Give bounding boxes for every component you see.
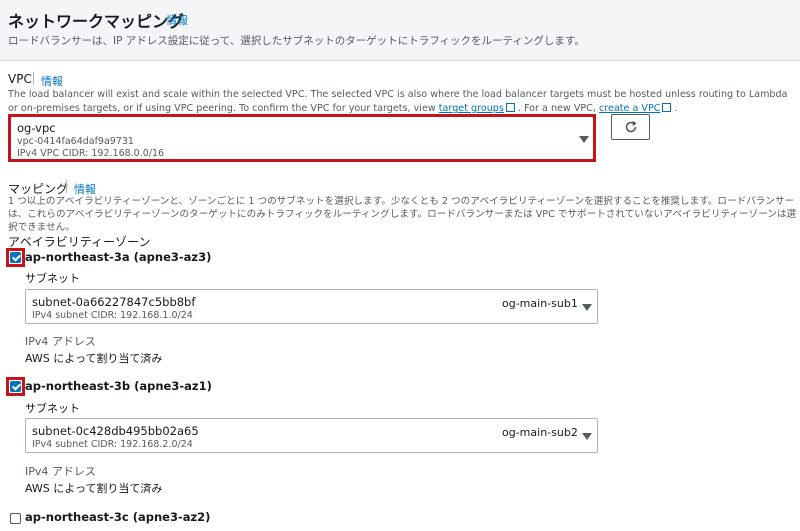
chevron-down-icon [582, 304, 592, 311]
az-c-name: ap-northeast-3c (apne3-az2) [25, 510, 211, 524]
az-b-subnet-select[interactable]: subnet-0c428db495bb02a65 IPv4 subnet CID… [25, 418, 598, 453]
vpc-divider [33, 72, 34, 85]
az-b-ipv4-label: IPv4 アドレス [25, 465, 96, 478]
az-a-subnet-label: サブネット [25, 272, 80, 285]
vpc-help-new-vpc: . For a new VPC, [517, 103, 596, 114]
mapping-help-text: 1 つ以上のアベイラビリティーゾーンと、ゾーンごとに 1 つのサブネットを選択し… [8, 196, 797, 233]
page-title: ネットワークマッピング [8, 12, 185, 31]
section-description: ロードバランサーは、IP アドレス設定に従って、選択したサブネットのターゲットに… [8, 35, 585, 47]
vpc-label: VPC [8, 72, 32, 86]
az-b-subnet-name: og-main-sub2 [502, 426, 578, 439]
refresh-button[interactable] [611, 114, 650, 140]
az-a-name: ap-northeast-3a (apne3-az3) [25, 250, 212, 264]
chevron-down-icon [582, 433, 592, 440]
external-link-icon[interactable] [662, 103, 672, 112]
refresh-icon [625, 120, 637, 133]
az-a-subnet-cidr: IPv4 subnet CIDR: 192.168.1.0/24 [32, 310, 193, 321]
create-vpc-link[interactable]: create a VPC [599, 103, 660, 114]
mapping-divider [66, 180, 67, 193]
az-b-name: ap-northeast-3b (apne3-az1) [25, 379, 212, 393]
az-b-subnet-id: subnet-0c428db495bb02a65 [32, 424, 199, 438]
az-a-subnet-id: subnet-0a66227847c5bb8bf [32, 295, 196, 309]
az-b-checkbox-highlight [6, 377, 25, 396]
az-a-ipv4-label: IPv4 アドレス [25, 335, 96, 348]
az-a-ipv4-value: AWS によって割り当て済み [25, 352, 163, 365]
vpc-help-period: . [674, 103, 678, 114]
target-groups-link[interactable]: target groups [439, 103, 504, 114]
external-link-icon[interactable] [505, 103, 515, 112]
az-b-subnet-label: サブネット [25, 402, 80, 415]
az-a-subnet-name: og-main-sub1 [502, 297, 578, 310]
az-c-checkbox[interactable] [10, 513, 21, 524]
vpc-help-text: The load balancer will exist and scale w… [8, 88, 796, 116]
az-b-subnet-cidr: IPv4 subnet CIDR: 192.168.2.0/24 [32, 439, 193, 450]
az-heading: アベイラビリティーゾーン [8, 235, 151, 249]
az-a-checkbox-highlight [6, 248, 25, 267]
vpc-select-highlight [8, 114, 596, 162]
title-info-link[interactable]: 情報 [166, 12, 188, 28]
az-b-ipv4-value: AWS によって割り当て済み [25, 482, 163, 495]
vpc-info-link[interactable]: 情報 [41, 73, 63, 89]
az-a-subnet-select[interactable]: subnet-0a66227847c5bb8bf IPv4 subnet CID… [25, 289, 598, 324]
